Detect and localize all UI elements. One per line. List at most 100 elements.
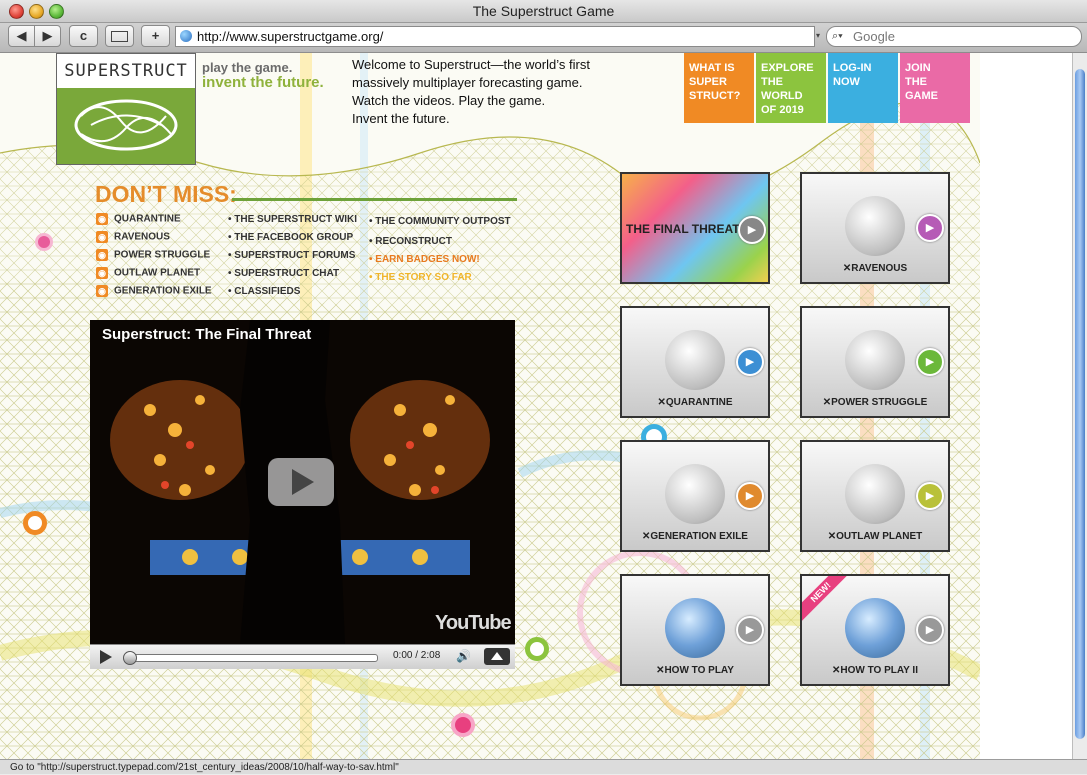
- snapback-icon: [111, 31, 128, 42]
- logo-emblem-icon: [74, 99, 178, 151]
- nav-label-line: WHAT IS: [689, 62, 735, 74]
- youtube-logo[interactable]: YouTube: [435, 612, 512, 635]
- rss-link-power-struggle[interactable]: ◉ POWER STRUGGLE: [96, 249, 210, 261]
- link-superstruct-chat[interactable]: • SUPERSTRUCT CHAT: [228, 268, 339, 279]
- rss-link-quarantine[interactable]: ◉ QUARANTINE: [96, 213, 181, 225]
- link-reconstruct[interactable]: • RECONSTRUCT: [369, 236, 452, 247]
- link-label: RAVENOUS: [114, 231, 170, 243]
- nav-label-line: LOG-IN: [833, 62, 872, 74]
- outlaw-planet-emblem-icon: [845, 464, 905, 524]
- address-dropdown-icon[interactable]: ▾: [816, 31, 824, 41]
- dont-miss-divider: [232, 198, 517, 201]
- nav-label-line: NOW: [833, 76, 860, 88]
- nav-label-line: SUPER: [689, 76, 727, 88]
- tile-how-to-play-ii[interactable]: ▶ ✕HOW TO PLAY II NEW!: [800, 574, 950, 686]
- quarantine-emblem-icon: [665, 330, 725, 390]
- new-badge: NEW!: [802, 576, 851, 622]
- search-icon: ⌕▾: [832, 30, 843, 42]
- tile-ravenous[interactable]: ▶ ✕RAVENOUS: [800, 172, 950, 284]
- rss-icon: ◉: [96, 285, 108, 297]
- video-player[interactable]: Superstruct: The Final Threat YouTube 0:…: [90, 320, 515, 669]
- big-play-button[interactable]: [268, 458, 334, 506]
- tagline-play: play the game.: [202, 60, 293, 75]
- nav-label-line: JOIN: [905, 62, 931, 74]
- tile-power-struggle[interactable]: ▶ ✕POWER STRUGGLE: [800, 306, 950, 418]
- tile-play-icon: ▶: [916, 348, 944, 376]
- tile-quarantine[interactable]: ▶ ✕QUARANTINE: [620, 306, 770, 418]
- tile-final-threat[interactable]: THE FINAL THREAT ▶: [620, 172, 770, 284]
- dont-miss-heading: DON’T MISS:: [95, 181, 237, 207]
- tile-play-icon: ▶: [736, 616, 764, 644]
- search-placeholder: Google: [853, 29, 895, 44]
- tile-outlaw-planet[interactable]: ▶ ✕OUTLAW PLANET: [800, 440, 950, 552]
- nav-label-line: THE: [905, 76, 927, 88]
- rss-link-outlaw-planet[interactable]: ◉ OUTLAW PLANET: [96, 267, 200, 279]
- intro-line: Watch the videos. Play the game.: [352, 93, 546, 108]
- nav-label-line: GAME: [905, 90, 938, 102]
- tile-play-icon: ▶: [916, 482, 944, 510]
- window-title: The Superstruct Game: [472, 3, 615, 19]
- rss-link-generation-exile[interactable]: ◉ GENERATION EXILE: [96, 285, 212, 297]
- logo-wordmark: SUPERSTRUCT: [57, 54, 195, 88]
- globe-emblem-icon: [845, 598, 905, 658]
- nav-explore-world-2019[interactable]: EXPLORE THE WORLD OF 2019: [756, 53, 826, 123]
- link-earn-badges[interactable]: • EARN BADGES NOW!: [369, 254, 480, 265]
- tile-label: THE FINAL THREAT: [626, 222, 740, 236]
- menu-toggle-button[interactable]: [484, 648, 510, 665]
- link-facebook-group[interactable]: • THE FACEBOOK GROUP: [228, 232, 353, 243]
- globe-icon: [180, 30, 192, 42]
- forward-button[interactable]: ▶: [34, 25, 61, 47]
- link-superstruct-wiki[interactable]: • THE SUPERSTRUCT WIKI: [228, 214, 357, 225]
- snapback-button[interactable]: [105, 25, 134, 47]
- decor-dot-orange: [23, 511, 47, 535]
- reload-button[interactable]: c: [69, 25, 98, 47]
- intro-line: Welcome to Superstruct—the world’s first: [352, 57, 590, 72]
- link-story-so-far[interactable]: • THE STORY SO FAR: [369, 272, 472, 283]
- tile-label: ✕POWER STRUGGLE: [822, 397, 928, 408]
- page-viewport: SUPERSTRUCT play the game. invent the fu…: [0, 53, 1072, 759]
- decor-dot-green: [525, 637, 549, 661]
- tile-play-icon: ▶: [738, 216, 766, 244]
- tagline-invent: invent the future.: [202, 74, 324, 91]
- back-button[interactable]: ◀: [8, 25, 35, 47]
- nav-join-game[interactable]: JOIN THE GAME: [900, 53, 970, 123]
- nav-what-is-superstruct[interactable]: WHAT IS SUPER STRUCT?: [684, 53, 754, 123]
- address-text: http://www.superstructgame.org/: [197, 29, 384, 44]
- scrollbar-thumb[interactable]: [1075, 69, 1085, 739]
- volume-icon[interactable]: 🔊: [456, 649, 471, 663]
- add-bookmark-button[interactable]: +: [141, 25, 170, 47]
- rss-icon: ◉: [96, 231, 108, 243]
- link-label: POWER STRUGGLE: [114, 249, 211, 261]
- link-label: QUARANTINE: [114, 213, 181, 225]
- search-field[interactable]: ⌕▾ Google: [826, 26, 1082, 47]
- video-title: Superstruct: The Final Threat: [102, 326, 312, 343]
- tile-how-to-play[interactable]: ▶ ✕HOW TO PLAY: [620, 574, 770, 686]
- rss-icon: ◉: [96, 213, 108, 225]
- generation-exile-emblem-icon: [665, 464, 725, 524]
- power-struggle-emblem-icon: [845, 330, 905, 390]
- tile-generation-exile[interactable]: ▶ ✕GENERATION EXILE: [620, 440, 770, 552]
- rss-link-ravenous[interactable]: ◉ RAVENOUS: [96, 231, 170, 243]
- video-time: 0:00 / 2:08: [393, 650, 441, 661]
- vertical-scrollbar[interactable]: [1072, 53, 1087, 759]
- decor-dot-pink: [35, 233, 53, 251]
- tile-play-icon: ▶: [736, 482, 764, 510]
- address-bar[interactable]: http://www.superstructgame.org/: [175, 26, 815, 47]
- link-classifieds[interactable]: • CLASSIFIEDS: [228, 286, 300, 297]
- rss-icon: ◉: [96, 267, 108, 279]
- ravenous-emblem-icon: [845, 196, 905, 256]
- browser-toolbar: ◀ ▶ c + http://www.superstructgame.org/ …: [0, 23, 1087, 53]
- intro-line: Invent the future.: [352, 111, 450, 126]
- tile-label: ✕RAVENOUS: [842, 263, 908, 274]
- link-community-outpost[interactable]: • THE COMMUNITY OUTPOST: [369, 216, 511, 227]
- link-superstruct-forums[interactable]: • SUPERSTRUCT FORUMS: [228, 250, 355, 261]
- video-controls: 0:00 / 2:08 🔊: [90, 644, 515, 669]
- superstruct-logo[interactable]: SUPERSTRUCT: [56, 53, 196, 165]
- seek-handle[interactable]: [123, 651, 137, 665]
- nav-log-in[interactable]: LOG-IN NOW: [828, 53, 898, 123]
- tile-label: ✕HOW TO PLAY: [656, 665, 734, 676]
- seek-bar[interactable]: [123, 651, 378, 665]
- play-pause-button[interactable]: [100, 650, 112, 664]
- title-bar: The Superstruct Game: [0, 0, 1087, 23]
- rss-icon: ◉: [96, 249, 108, 261]
